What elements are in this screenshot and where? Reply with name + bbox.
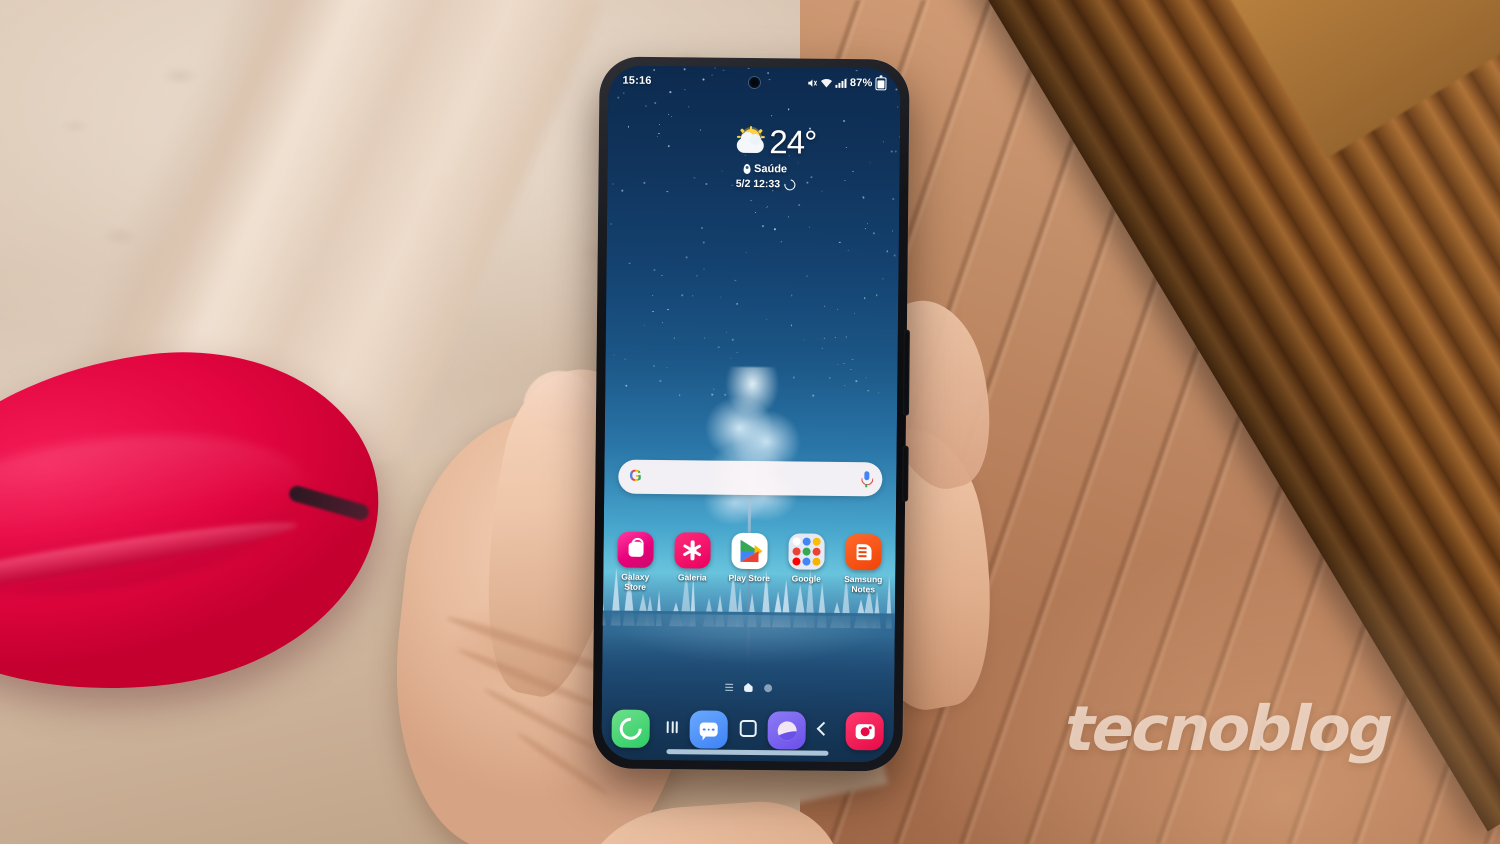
galaxy-store-icon xyxy=(617,531,654,568)
app-label: Galaxy Store xyxy=(621,571,650,592)
signal-bars-icon xyxy=(835,78,847,88)
app-label: Google xyxy=(791,573,821,584)
screenshot-root: 15:16 87% 24° Saúde 5/2 12:33 G Galaxy S… xyxy=(0,0,1500,844)
front-camera-punch-hole xyxy=(748,76,761,89)
app-label: Galeria xyxy=(677,572,707,583)
google-folder-mini-icon xyxy=(812,557,821,566)
power-button[interactable] xyxy=(902,445,909,502)
back-icon[interactable] xyxy=(816,721,831,736)
app-grid-row: Galaxy Store Galeria Play Store Google S… xyxy=(609,531,890,595)
app-folder-google[interactable]: Google xyxy=(780,533,833,594)
phone-screen[interactable]: 15:16 87% 24° Saúde 5/2 12:33 G Galaxy S… xyxy=(601,65,901,763)
home-page-icon[interactable] xyxy=(744,683,753,692)
refresh-icon[interactable] xyxy=(781,176,798,193)
tree-crown xyxy=(698,366,805,538)
weather-location-label: Saúde xyxy=(753,163,788,176)
app-icon-galaxy-store[interactable]: Galaxy Store xyxy=(609,531,662,593)
google-search-bar[interactable]: G xyxy=(618,459,883,497)
smartphone-body: 15:16 87% 24° Saúde 5/2 12:33 G Galaxy S… xyxy=(592,56,910,772)
apps-list-icon[interactable] xyxy=(724,683,733,691)
samsung-notes-icon xyxy=(845,533,882,571)
wallpaper-stars xyxy=(605,65,901,398)
google-folder-mini-icon xyxy=(792,557,801,566)
wifi-icon xyxy=(821,77,833,88)
play-store-icon xyxy=(731,532,768,570)
status-bar-icons: 87% xyxy=(807,76,887,90)
battery-percent-label: 87% xyxy=(849,77,873,90)
gallery-icon xyxy=(674,532,711,569)
app-label: Play Store xyxy=(728,572,771,584)
weather-temp-row: 24° xyxy=(735,123,817,161)
weather-widget[interactable]: 24° Saúde 5/2 12:33 xyxy=(607,123,900,193)
recents-icon[interactable] xyxy=(666,721,678,734)
google-folder-mini-icon xyxy=(792,537,802,546)
google-folder-mini-icon xyxy=(812,547,821,556)
volume-button[interactable] xyxy=(902,329,910,416)
page-2-icon[interactable] xyxy=(763,683,772,692)
google-g-icon: G xyxy=(629,467,642,485)
google-folder-mini-icon xyxy=(802,547,811,556)
google-folder-mini-icon xyxy=(812,537,821,547)
weather-temperature: 24° xyxy=(769,123,817,161)
mute-icon xyxy=(807,77,818,88)
app-icon-play-store[interactable]: Play Store xyxy=(723,532,776,594)
microphone-icon[interactable] xyxy=(861,471,874,488)
battery-icon xyxy=(875,76,887,90)
google-folder-icon xyxy=(788,533,825,570)
weather-updated-label: 5/2 12:33 xyxy=(735,177,781,191)
home-icon[interactable] xyxy=(739,719,757,737)
weather-updated-row: 5/2 12:33 xyxy=(735,176,798,193)
app-icon-galeria[interactable]: Galeria xyxy=(666,532,719,593)
google-folder-mini-icon xyxy=(792,547,801,556)
google-folder-mini-icon xyxy=(802,537,811,546)
partly-sunny-icon xyxy=(735,125,765,154)
status-bar-clock: 15:16 xyxy=(622,74,652,87)
app-label: Samsung Notes xyxy=(844,573,883,594)
tecnoblog-watermark: tecnoblog xyxy=(1063,692,1392,765)
app-icon-samsung-notes[interactable]: Samsung Notes xyxy=(837,533,890,595)
weather-location-row: Saúde xyxy=(743,163,788,176)
google-folder-mini-icon xyxy=(802,557,811,566)
navigation-bar xyxy=(602,711,894,744)
wallpaper-snow-sheen xyxy=(602,613,895,687)
location-pin-icon xyxy=(743,163,752,174)
